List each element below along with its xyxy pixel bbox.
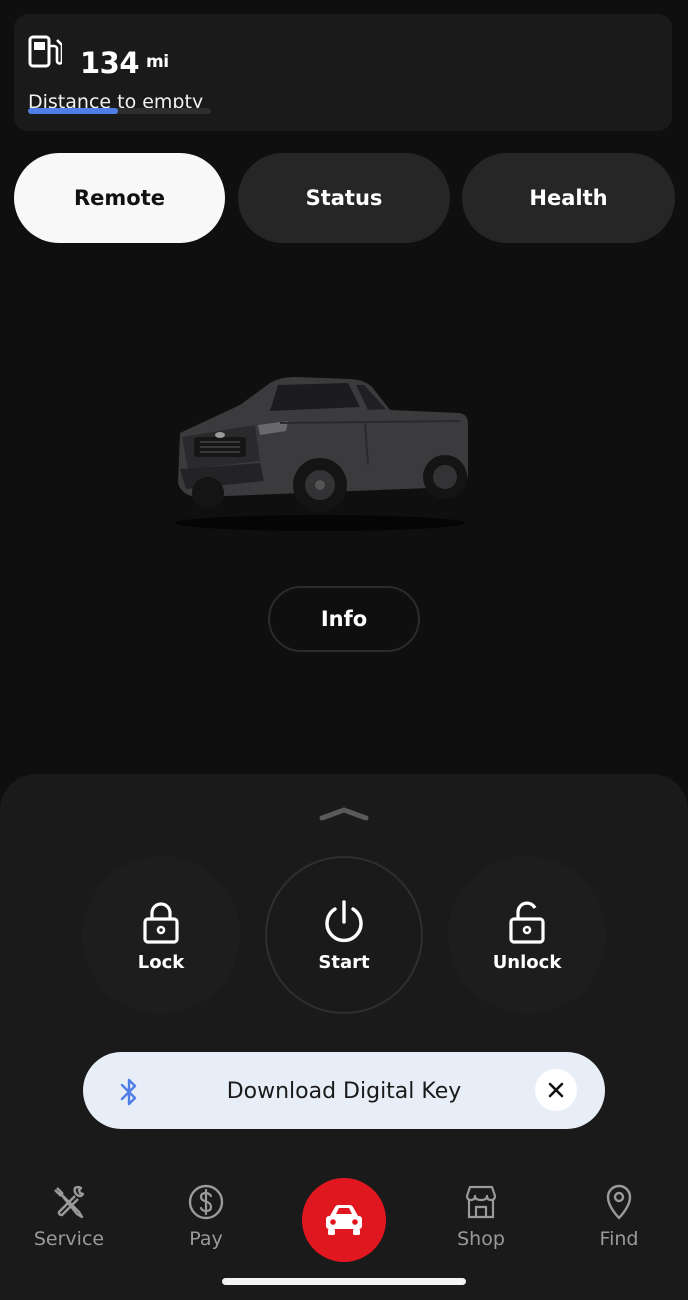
home-indicator[interactable] <box>222 1278 466 1285</box>
nav-service[interactable]: Service <box>19 1182 119 1250</box>
nav-find[interactable]: Find <box>569 1182 669 1250</box>
range-progress-bar <box>28 108 211 114</box>
chevron-up-icon[interactable] <box>318 806 370 822</box>
nav-shop-label: Shop <box>457 1228 505 1250</box>
nav-shop[interactable]: Shop <box>431 1182 531 1250</box>
nav-pay[interactable]: Pay <box>156 1182 256 1250</box>
tab-status[interactable]: Status <box>238 153 450 243</box>
nav-vehicle-button[interactable] <box>302 1178 386 1262</box>
vehicle-image <box>175 377 468 531</box>
nav-find-label: Find <box>599 1228 639 1250</box>
lock-icon <box>143 901 179 944</box>
range-unit: mi <box>146 52 169 72</box>
digital-key-label: Download Digital Key <box>226 1079 462 1104</box>
lock-button[interactable]: Lock <box>82 856 240 1014</box>
car-icon <box>326 1205 362 1235</box>
unlock-label: Unlock <box>492 951 562 973</box>
range-number: 134 <box>80 46 140 80</box>
unlock-button[interactable]: Unlock <box>448 856 606 1014</box>
map-pin-icon <box>606 1184 632 1220</box>
tab-health[interactable]: Health <box>462 153 675 243</box>
tab-remote[interactable]: Remote <box>14 153 225 243</box>
start-label: Start <box>318 951 370 973</box>
fuel-pump-icon <box>28 35 62 68</box>
nav-pay-label: Pay <box>189 1228 223 1250</box>
range-value: 134 mi <box>80 46 169 80</box>
unlock-icon <box>509 901 545 944</box>
range-card[interactable]: 134 mi Distance to empty <box>14 14 672 131</box>
close-button[interactable] <box>535 1069 577 1111</box>
dollar-icon <box>188 1184 224 1220</box>
lock-label: Lock <box>137 951 185 973</box>
wrench-screwdriver-icon <box>54 1186 85 1219</box>
store-icon <box>465 1185 497 1219</box>
range-progress-fill <box>28 108 118 114</box>
start-button[interactable]: Start <box>265 856 423 1014</box>
info-button[interactable]: Info <box>268 586 420 652</box>
power-icon <box>325 899 363 942</box>
digital-key-banner[interactable]: Download Digital Key <box>83 1052 605 1129</box>
close-icon <box>548 1082 564 1098</box>
nav-service-label: Service <box>33 1228 105 1250</box>
